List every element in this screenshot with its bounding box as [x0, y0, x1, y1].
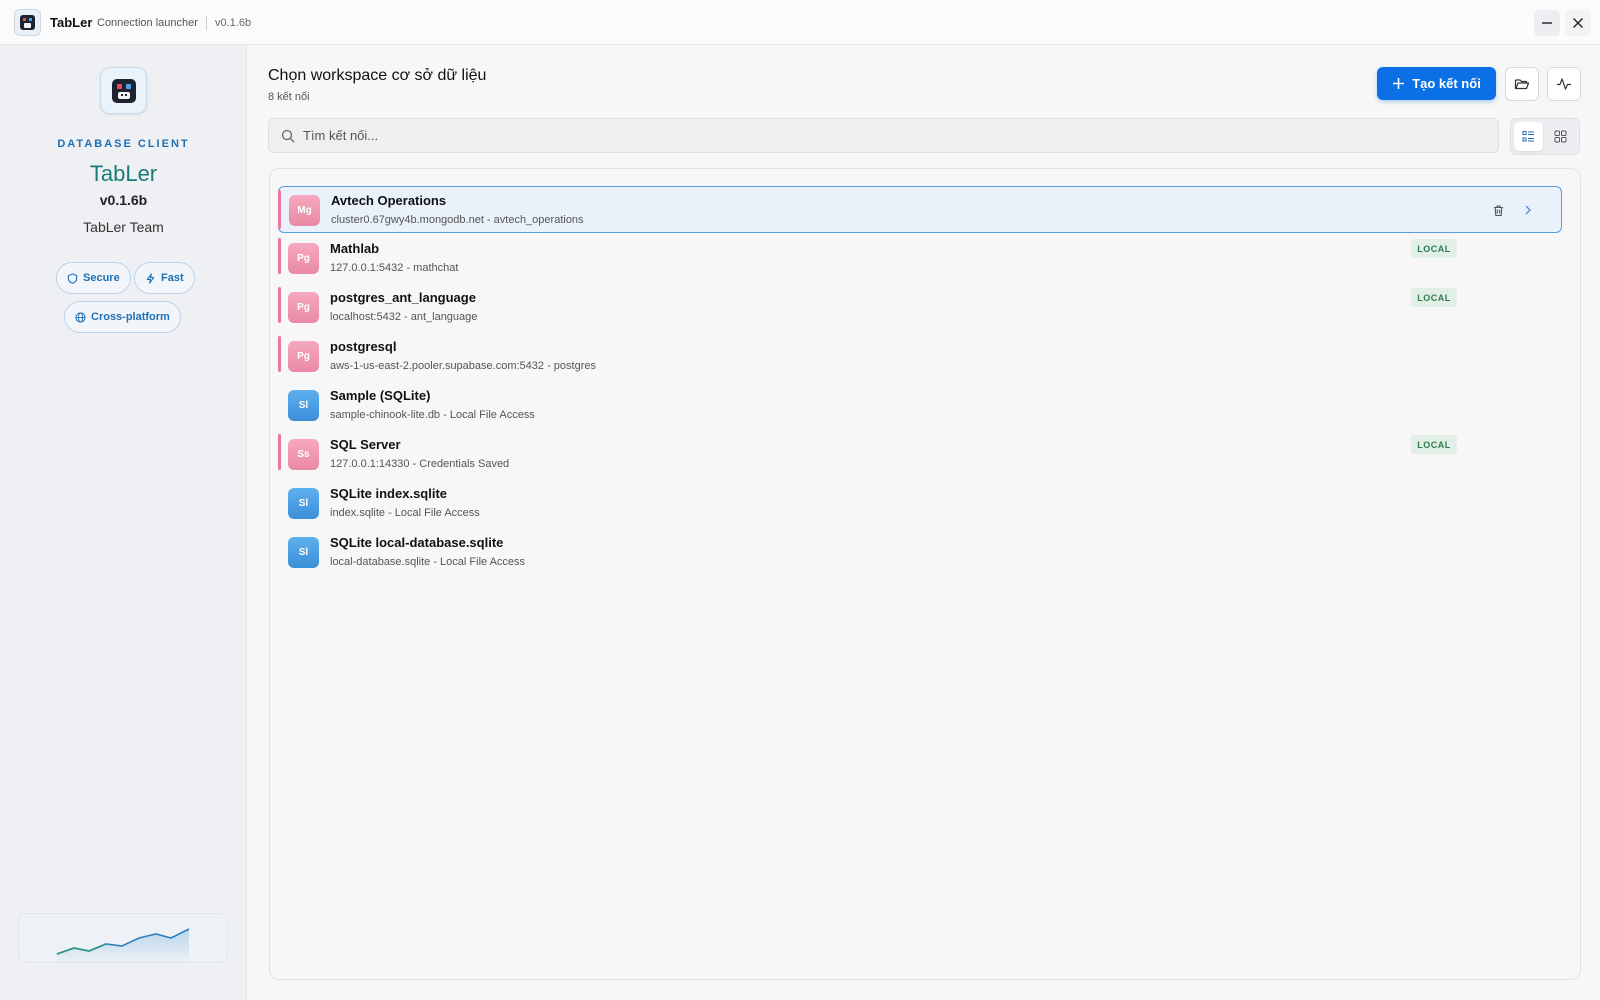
- grid-view-button[interactable]: [1546, 122, 1575, 151]
- connection-details: cluster0.67gwy4b.mongodb.net - avtech_op…: [331, 214, 584, 226]
- connection-name: SQLite index.sqlite: [330, 486, 448, 501]
- postgres-badge: Pg: [288, 292, 319, 323]
- mongodb-badge: Mg: [289, 195, 320, 226]
- chip-fast: Fast: [134, 262, 195, 294]
- close-button[interactable]: [1565, 10, 1591, 36]
- app-logo-icon: [100, 67, 147, 114]
- minimize-icon: [1542, 22, 1552, 24]
- row-accent: [278, 190, 281, 229]
- local-badge: LOCAL: [1411, 239, 1457, 258]
- grid-view-icon: [1554, 130, 1567, 143]
- sqlserver-badge: Ss: [288, 439, 319, 470]
- connection-row[interactable]: Ss SQL Server 127.0.0.1:14330 - Credenti…: [278, 431, 1562, 478]
- sqlite-badge: Sl: [288, 390, 319, 421]
- connection-name: postgres_ant_language: [330, 290, 476, 305]
- title-divider: [206, 16, 207, 30]
- minimize-button[interactable]: [1534, 10, 1560, 36]
- connection-row[interactable]: Sl SQLite index.sqlite index.sqlite - Lo…: [278, 480, 1562, 527]
- connection-details: 127.0.0.1:14330 - Credentials Saved: [330, 458, 510, 470]
- app-subtitle: Connection launcher: [97, 17, 198, 29]
- sidebar: DATABASE CLIENT TabLer v0.1.6b TabLer Te…: [0, 45, 247, 1000]
- chip-label: Fast: [161, 272, 184, 284]
- trash-icon: [1493, 204, 1503, 216]
- connection-list: Mg Avtech Operations cluster0.67gwy4b.mo…: [269, 168, 1581, 980]
- connection-row[interactable]: Pg postgres_ant_language localhost:5432 …: [278, 284, 1562, 331]
- connection-name: Mathlab: [330, 241, 380, 256]
- page-title: Chọn workspace cơ sở dữ liệu: [268, 67, 487, 84]
- connection-row[interactable]: Mg Avtech Operations cluster0.67gwy4b.mo…: [278, 186, 1562, 233]
- connection-row[interactable]: Pg postgresql aws-1-us-east-2.pooler.sup…: [278, 333, 1562, 380]
- chip-label: Secure: [83, 272, 120, 284]
- shield-icon: [67, 272, 78, 284]
- search-input[interactable]: [303, 119, 1483, 152]
- connection-name: SQL Server: [330, 437, 401, 452]
- row-accent: [278, 336, 281, 372]
- list-view-button[interactable]: [1514, 122, 1543, 151]
- connection-name: Sample (SQLite): [330, 388, 431, 403]
- connection-row[interactable]: Sl SQLite local-database.sqlite local-da…: [278, 529, 1562, 576]
- delete-connection-button[interactable]: [1489, 201, 1507, 219]
- sqlite-badge: Sl: [288, 537, 319, 568]
- connection-name: postgresql: [330, 339, 397, 354]
- chevron-right-icon: [1525, 205, 1531, 215]
- open-connection-button[interactable]: [1519, 201, 1537, 219]
- app-name: TabLer: [50, 15, 93, 30]
- create-connection-label: Tạo kết nối: [1412, 76, 1481, 91]
- connection-row[interactable]: Sl Sample (SQLite) sample-chinook-lite.d…: [278, 382, 1562, 429]
- plus-icon: [1393, 78, 1405, 89]
- sqlite-badge: Sl: [288, 488, 319, 519]
- postgres-badge: Pg: [288, 243, 319, 274]
- sidebar-app-name: TabLer: [89, 161, 158, 186]
- connection-details: localhost:5432 - ant_language: [330, 311, 478, 323]
- connection-details: local-database.sqlite - Local File Acces…: [330, 556, 526, 568]
- connection-name: SQLite local-database.sqlite: [330, 535, 504, 550]
- connection-count: 8 kết nối: [268, 91, 310, 103]
- sidebar-kicker: DATABASE CLIENT: [57, 138, 190, 150]
- chip-secure: Secure: [56, 262, 131, 294]
- create-connection-button[interactable]: Tạo kết nối: [1377, 67, 1496, 100]
- chip-cross-platform: Cross-platform: [64, 301, 181, 333]
- row-accent: [278, 238, 281, 274]
- local-badge: LOCAL: [1411, 288, 1457, 307]
- row-accent: [278, 434, 281, 470]
- activity-icon: [1557, 78, 1571, 90]
- close-icon: [1573, 18, 1583, 28]
- bolt-icon: [146, 272, 155, 284]
- title-bar: TabLer Connection launcher v0.1.6b: [0, 0, 1600, 45]
- app-version: v0.1.6b: [215, 17, 252, 29]
- sidebar-version: v0.1.6b: [99, 192, 148, 208]
- connection-details: 127.0.0.1:5432 - mathchat: [330, 262, 459, 274]
- connection-name: Avtech Operations: [331, 193, 447, 208]
- app-logo-icon: [14, 9, 41, 36]
- connection-details: index.sqlite - Local File Access: [330, 507, 480, 519]
- folder-open-icon: [1514, 79, 1530, 90]
- row-accent: [278, 287, 281, 323]
- connection-details: aws-1-us-east-2.pooler.supabase.com:5432…: [330, 360, 596, 372]
- postgres-badge: Pg: [288, 341, 319, 372]
- activity-button[interactable]: [1547, 67, 1581, 101]
- list-view-icon: [1522, 131, 1534, 142]
- view-toggle: [1510, 118, 1580, 155]
- local-badge: LOCAL: [1411, 435, 1457, 454]
- chip-label: Cross-platform: [91, 311, 170, 323]
- search-icon: [281, 129, 295, 143]
- sidebar-team: TabLer Team: [83, 219, 164, 235]
- connection-row[interactable]: Pg Mathlab 127.0.0.1:5432 - mathchat LOC…: [278, 235, 1562, 282]
- connection-details: sample-chinook-lite.db - Local File Acce…: [330, 409, 535, 421]
- open-folder-button[interactable]: [1505, 67, 1539, 101]
- activity-sparkline: [18, 913, 228, 963]
- search-box: [268, 118, 1499, 153]
- globe-icon: [75, 311, 86, 323]
